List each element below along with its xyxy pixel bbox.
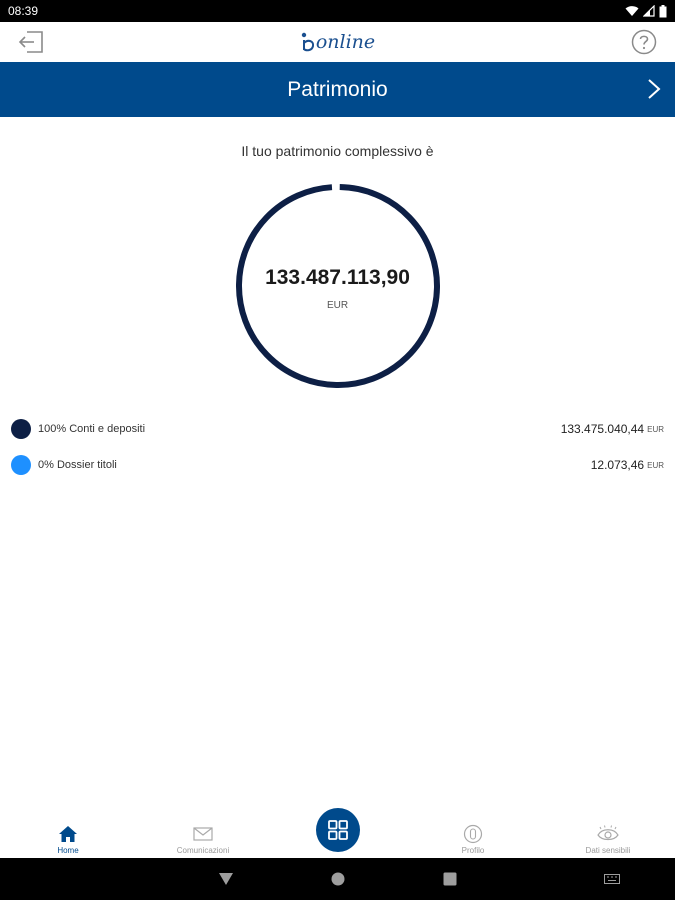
nav-communications[interactable]: Comunicazioni [148,824,258,855]
android-nav-bar [0,858,675,900]
recents-square-icon[interactable] [443,872,457,886]
status-icons [625,4,667,18]
deposits-label: 100% Conti e depositi [38,423,146,435]
deposits-currency: EUR [647,424,664,434]
signal-icon [643,5,655,17]
nav-sensitive-data-label: Dati sensibili [585,846,631,855]
menu-grid-button[interactable] [316,808,360,852]
bottom-nav: Home Comunicazioni Profilo Dati sensibil… [0,802,675,858]
logout-icon[interactable] [18,30,44,54]
chevron-right-icon[interactable] [647,78,661,100]
breakdown-row-securities[interactable]: 0% Dossier titoli 12.073,46 EUR [0,450,675,480]
securities-label: 0% Dossier titoli [38,459,117,471]
battery-icon [659,4,667,17]
securities-currency: EUR [647,460,664,470]
wifi-icon [625,6,639,16]
securities-amount: 12.073,46 [590,458,645,472]
nav-home[interactable]: Home [13,824,123,855]
nav-home-label: Home [57,846,79,855]
total-currency: EUR [326,300,349,311]
nav-communications-label: Comunicazioni [176,846,230,855]
deposits-color-dot [11,419,31,439]
logo-text: online [315,31,376,53]
nav-profile-label: Profilo [461,846,485,855]
status-time: 08:39 [8,4,39,18]
back-triangle-icon[interactable] [218,872,234,886]
help-icon[interactable] [631,29,657,55]
status-bar: 08:39 [0,0,675,22]
profile-icon [463,824,483,844]
app-header: online [0,22,675,62]
envelope-icon [193,827,213,841]
grid-icon [328,820,348,840]
page-title: Patrimonio [287,77,388,101]
total-amount: 133.487.113,90 [265,266,410,289]
keyboard-icon[interactable] [604,874,620,884]
home-icon [59,826,77,842]
securities-color-dot [11,455,31,475]
summary-label: Il tuo patrimonio complessivo è [241,143,434,159]
nav-sensitive-data[interactable]: Dati sensibili [553,824,663,855]
home-circle-icon[interactable] [331,872,345,886]
nav-profile[interactable]: Profilo [418,824,528,855]
deposits-amount: 133.475.040,44 [560,422,645,436]
breakdown-row-deposits[interactable]: 100% Conti e depositi 133.475.040,44 EUR [0,414,675,444]
logo-mark-icon [301,32,314,52]
eye-icon [597,825,619,841]
app-logo: online [300,31,375,53]
title-bar: Patrimonio [0,62,675,117]
